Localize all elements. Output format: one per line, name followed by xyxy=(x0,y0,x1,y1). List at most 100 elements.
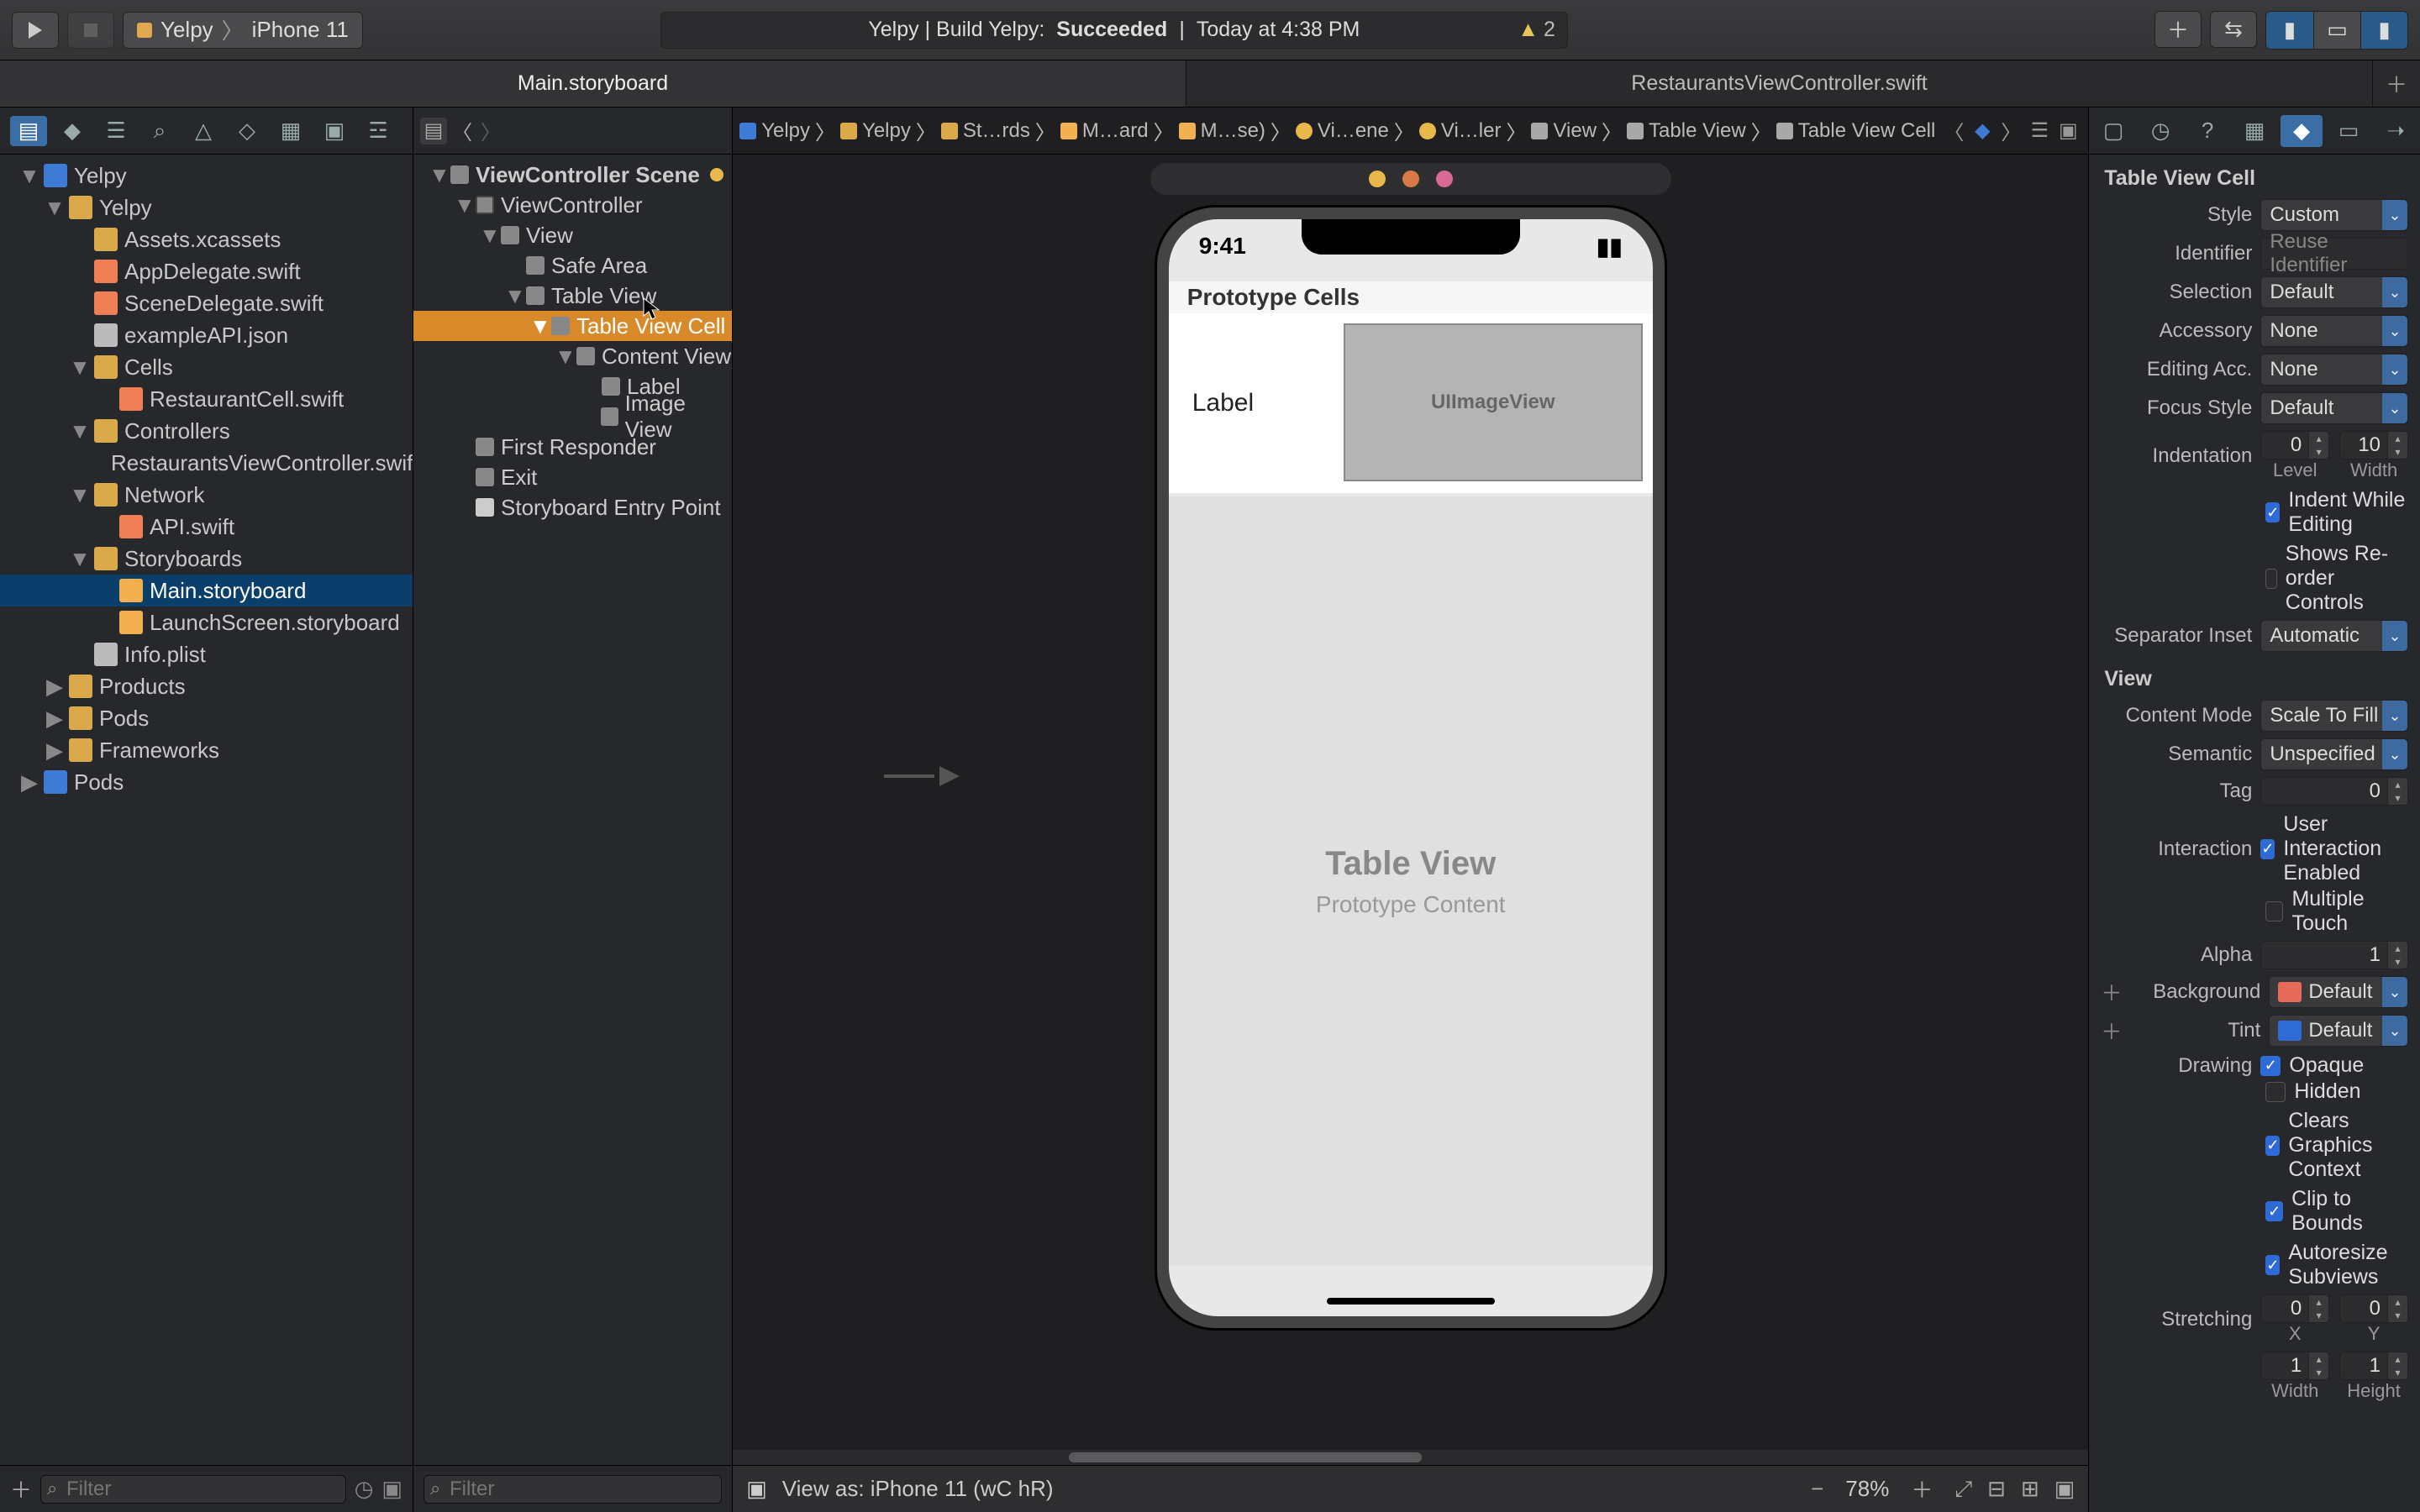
resolve-constraints-button[interactable]: ▣ xyxy=(2054,1476,2075,1503)
hier-current-button[interactable]: ◆ xyxy=(1969,118,1996,144)
reorder-check[interactable] xyxy=(2265,569,2276,589)
nav-issue-icon[interactable]: △ xyxy=(185,116,222,146)
nav-report-icon[interactable]: ☲ xyxy=(360,116,397,146)
toggle-right-panel[interactable]: ▮ xyxy=(2360,12,2407,49)
clears-graphics-check[interactable] xyxy=(2265,1136,2280,1156)
connections-inspector-icon[interactable]: ➝ xyxy=(2375,115,2417,147)
device-screen[interactable]: 9:41 ▮▮ Prototype Cells Label UIImageVie… xyxy=(1169,219,1653,1316)
accessory-dropdown[interactable]: None⌄ xyxy=(2260,315,2408,347)
nav-source-control-icon[interactable]: ◆ xyxy=(54,116,91,146)
exit-row[interactable]: Exit xyxy=(413,462,732,492)
tab-restaurants-vc[interactable]: RestaurantsViewController.swift xyxy=(1186,60,2373,107)
add-background-button[interactable]: ＋ xyxy=(2101,977,2118,1007)
outline-filter-input[interactable] xyxy=(424,1475,722,1504)
vc-header-pill[interactable] xyxy=(1150,163,1671,195)
attributes-inspector-icon[interactable]: ◆ xyxy=(2281,115,2323,147)
zoom-out-button[interactable]: − xyxy=(1804,1476,1830,1502)
opaque-check[interactable] xyxy=(2260,1056,2281,1076)
indent-while-editing-check[interactable] xyxy=(2265,502,2280,522)
adjust-editor-options-button[interactable]: ▣ xyxy=(2054,118,2081,144)
multiple-touch-check[interactable] xyxy=(2265,901,2283,921)
zoom-level[interactable]: 78% xyxy=(1845,1476,1889,1502)
cell-label[interactable]: Label xyxy=(1192,389,1254,417)
add-files-button[interactable]: ＋ xyxy=(10,1473,32,1504)
restaurantsvc-swift[interactable]: RestaurantsViewController.swift xyxy=(0,447,413,479)
view-row[interactable]: ▼View xyxy=(413,220,732,250)
identifier-field[interactable]: Reuse Identifier xyxy=(2260,238,2408,270)
stretch-height-stepper[interactable]: 1▴▾ xyxy=(2339,1352,2408,1380)
stop-button[interactable] xyxy=(67,12,114,49)
related-items-button[interactable]: ▤ xyxy=(420,118,447,144)
inspector-body[interactable]: Table View Cell Style Custom⌄ Identifier… xyxy=(2089,155,2420,1512)
stretch-y-stepper[interactable]: 0▴▾ xyxy=(2339,1294,2408,1323)
separator-inset-dropdown[interactable]: Automatic⌄ xyxy=(2260,620,2408,652)
warning-count[interactable]: ▲ 2 xyxy=(1518,18,1555,42)
cells-group[interactable]: ▼Cells xyxy=(0,351,413,383)
indent-width-stepper[interactable]: 10▴▾ xyxy=(2339,431,2408,459)
assets-xcassets[interactable]: Assets.xcassets xyxy=(0,223,413,255)
minimap-button[interactable]: ☰ xyxy=(2026,118,2053,144)
scm-filter-icon[interactable]: ▣ xyxy=(381,1476,402,1502)
stretch-x-stepper[interactable]: 0▴▾ xyxy=(2260,1294,2329,1323)
launchscreen-storyboard[interactable]: LaunchScreen.storyboard xyxy=(0,606,413,638)
selection-dropdown[interactable]: Default⌄ xyxy=(2260,276,2408,308)
nav-breakpoint-icon[interactable]: ▣ xyxy=(316,116,353,146)
pods-group[interactable]: ▶Pods xyxy=(0,702,413,734)
autoresize-check[interactable] xyxy=(2265,1255,2280,1275)
focus-style-dropdown[interactable]: Default⌄ xyxy=(2260,392,2408,424)
scene-row[interactable]: ▼ViewController Scene xyxy=(413,160,732,190)
table-view-cell-row[interactable]: ▼Table View Cell xyxy=(413,311,732,341)
toggle-bottom-panel[interactable]: ▭ xyxy=(2313,12,2360,49)
canvas-jumpbar[interactable]: Yelpy〉 Yelpy〉 St…rds〉 M…ard〉 M…se)〉 Vi…e… xyxy=(733,108,2088,155)
nav-find-icon[interactable]: ⌕ xyxy=(141,116,178,146)
stretch-width-stepper[interactable]: 1▴▾ xyxy=(2260,1352,2329,1380)
tab-main-storyboard[interactable]: Main.storyboard xyxy=(0,60,1186,107)
scrollbar-thumb[interactable] xyxy=(1069,1452,1422,1462)
nav-test-icon[interactable]: ◇ xyxy=(229,116,266,146)
code-review-button[interactable]: ⇆ xyxy=(2210,11,2257,48)
entry-point-row[interactable]: Storyboard Entry Point xyxy=(413,492,732,522)
alpha-stepper[interactable]: 1▴▾ xyxy=(2260,941,2408,969)
controllers-group[interactable]: ▼Controllers xyxy=(0,415,413,447)
view-as-label[interactable]: View as: iPhone 11 (wC hR) xyxy=(782,1476,1054,1502)
tag-stepper[interactable]: 0▴▾ xyxy=(2260,777,2408,806)
project-tree[interactable]: ▼Yelpy ▼Yelpy Assets.xcassets AppDelegat… xyxy=(0,155,413,1465)
library-button[interactable]: ＋ xyxy=(2154,11,2202,48)
user-interaction-check[interactable] xyxy=(2260,839,2275,859)
identity-inspector-icon[interactable]: ▦ xyxy=(2233,115,2275,147)
project-root[interactable]: ▼Yelpy xyxy=(0,160,413,192)
size-inspector-icon[interactable]: ▭ xyxy=(2328,115,2370,147)
hier-forward-button[interactable]: 〉 xyxy=(1997,118,2024,144)
info-plist[interactable]: Info.plist xyxy=(0,638,413,670)
activity-status[interactable]: Yelpy | Build Yelpy: Succeeded | Today a… xyxy=(660,12,1568,49)
file-inspector-icon[interactable]: ▢ xyxy=(2092,115,2134,147)
add-tint-button[interactable]: ＋ xyxy=(2101,1016,2118,1046)
products-group[interactable]: ▶Products xyxy=(0,670,413,702)
table-view-body[interactable]: Table View Prototype Content xyxy=(1169,496,1653,1266)
prototype-cell[interactable]: Label UIImageView xyxy=(1169,313,1653,493)
storyboard-canvas[interactable]: 9:41 ▮▮ Prototype Cells Label UIImageVie… xyxy=(733,155,2088,1465)
cell-image-view[interactable]: UIImageView xyxy=(1344,323,1643,481)
scheme-selector[interactable]: Yelpy 〉 iPhone 11 xyxy=(123,12,363,49)
clip-to-bounds-check[interactable] xyxy=(2265,1201,2283,1221)
nav-project-icon[interactable]: ▤ xyxy=(10,116,47,146)
help-inspector-icon[interactable]: ? xyxy=(2186,115,2228,147)
recent-filter-icon[interactable]: ◷ xyxy=(355,1476,374,1502)
view-controller-row[interactable]: ▼ViewController xyxy=(413,190,732,220)
hier-back-button[interactable]: 〈 xyxy=(1940,118,1967,144)
frameworks-group[interactable]: ▶Frameworks xyxy=(0,734,413,766)
background-dropdown[interactable]: Default⌄ xyxy=(2269,976,2408,1008)
api-swift[interactable]: API.swift xyxy=(0,511,413,543)
safe-area-row[interactable]: Safe Area xyxy=(413,250,732,281)
jump-forward-button[interactable]: 〉 xyxy=(477,118,504,144)
app-group[interactable]: ▼Yelpy xyxy=(0,192,413,223)
align-button[interactable]: ⊟ xyxy=(1987,1476,2006,1503)
outline-tree[interactable]: ▼ViewController Scene ▼ViewController ▼V… xyxy=(413,155,732,1465)
canvas-horizontal-scrollbar[interactable] xyxy=(733,1450,2088,1465)
navigator-filter-input[interactable] xyxy=(40,1475,346,1504)
indent-level-stepper[interactable]: 0▴▾ xyxy=(2260,431,2329,459)
table-view-row[interactable]: ▼Table View xyxy=(413,281,732,311)
pods-project[interactable]: ▶Pods xyxy=(0,766,413,798)
storyboards-group[interactable]: ▼Storyboards xyxy=(0,543,413,575)
image-view-row[interactable]: Image View xyxy=(413,402,732,432)
